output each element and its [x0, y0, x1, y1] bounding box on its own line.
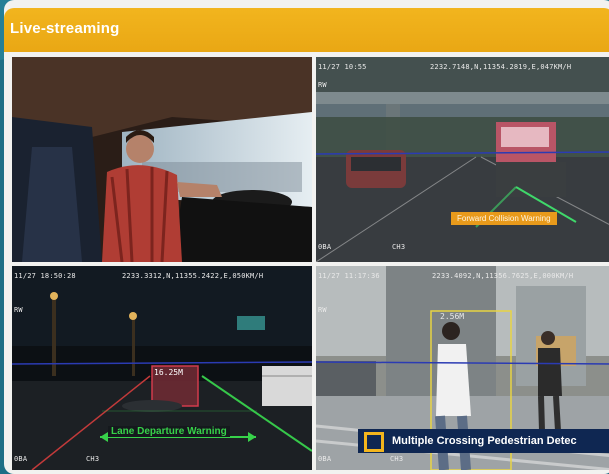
- forward-cam-image: [316, 57, 609, 262]
- panel-header: Live-streaming: [4, 8, 609, 52]
- pedestrian-warning-label: Multiple Crossing Pedestrian Detec: [392, 435, 577, 447]
- lane-departure-warning-label: Lane Departure Warning: [108, 426, 230, 437]
- pedestrian-osd-left: RW: [318, 306, 327, 314]
- pedestrian-warning-banner: Multiple Crossing Pedestrian Detec: [358, 429, 609, 453]
- forward-collision-warning-label: Forward Collision Warning: [451, 212, 557, 225]
- forward-osd-left: RW: [318, 81, 327, 89]
- pedestrian-osd-date: 11/27 11:17:36: [318, 272, 380, 280]
- forward-osd-bottom-mid: CH3: [392, 243, 406, 251]
- lane-distance-label: 16.25M: [154, 368, 183, 377]
- lane-osd-date: 11/27 18:50:28: [14, 272, 76, 280]
- lane-osd-bottom-left: 0BA: [14, 455, 28, 463]
- pedestrian-osd-bottom-left: 0BA: [318, 455, 332, 463]
- live-streaming-panel: Live-streaming 11/27 10:55 2232.7148,N,1…: [4, 0, 609, 474]
- forward-osd-date: 11/27 10:55: [318, 63, 367, 71]
- lane-departure-cam-tile[interactable]: 11/27 18:50:28 2233.3312,N,11355.2422,E,…: [12, 266, 312, 470]
- forward-osd-gps: 2232.7148,N,11354.2819,E,047KM/H: [430, 63, 572, 71]
- warning-square-icon: [364, 432, 384, 452]
- panel-title: Live-streaming: [10, 20, 120, 37]
- lane-osd-left: RW: [14, 306, 23, 314]
- lane-osd-bottom-mid: CH3: [86, 455, 100, 463]
- pedestrian-cam-tile[interactable]: 11/27 11:17:36 2233.4092,N,11356.7625,E,…: [316, 266, 609, 470]
- lane-osd-gps: 2233.3312,N,11355.2422,E,050KM/H: [122, 272, 264, 280]
- pedestrian-distance-label: 2.56M: [440, 312, 465, 321]
- driver-cam-image: [12, 57, 312, 262]
- forward-collision-cam-tile[interactable]: 11/27 10:55 2232.7148,N,11354.2819,E,047…: [316, 57, 609, 262]
- pedestrian-osd-bottom-mid: CH3: [390, 455, 404, 463]
- pedestrian-osd-gps: 2233.4092,N,11356.7625,E,000KM/H: [432, 272, 574, 280]
- driver-cam-tile[interactable]: [12, 57, 312, 262]
- forward-osd-bottom-left: 0BA: [318, 243, 332, 251]
